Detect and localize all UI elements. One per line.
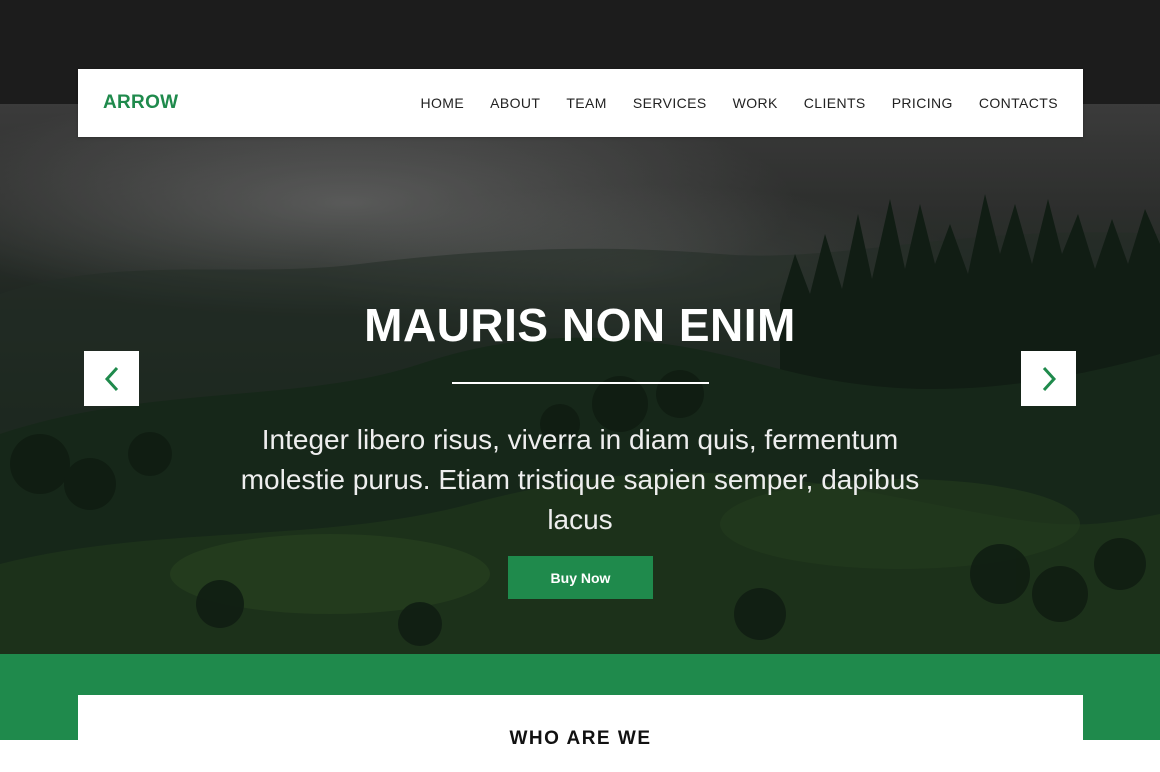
top-navbar: ARROW HOME ABOUT TEAM SERVICES WORK CLIE… (78, 69, 1083, 137)
chevron-left-icon (104, 366, 118, 391)
nav-link-services[interactable]: SERVICES (633, 95, 707, 111)
hero-title: MAURIS NON ENIM (364, 299, 796, 351)
slider-prev-button[interactable] (84, 351, 139, 406)
hero-divider (452, 382, 709, 384)
nav-link-work[interactable]: WORK (733, 95, 778, 111)
about-section-title: WHO ARE WE (509, 728, 652, 749)
nav-link-pricing[interactable]: PRICING (892, 95, 953, 111)
nav-link-about[interactable]: ABOUT (490, 95, 540, 111)
nav-link-clients[interactable]: CLIENTS (804, 95, 866, 111)
buy-now-button[interactable]: Buy Now (508, 556, 653, 599)
nav-link-team[interactable]: TEAM (566, 95, 607, 111)
nav-link-contacts[interactable]: CONTACTS (979, 95, 1058, 111)
site-logo[interactable]: ARROW (103, 92, 178, 114)
chevron-right-icon (1042, 366, 1056, 391)
slider-next-button[interactable] (1021, 351, 1076, 406)
nav-link-home[interactable]: HOME (421, 95, 465, 111)
about-section-card: WHO ARE WE (78, 695, 1083, 772)
hero-description: Integer libero risus, viverra in diam qu… (240, 424, 920, 535)
main-nav: HOME ABOUT TEAM SERVICES WORK CLIENTS PR… (421, 95, 1059, 111)
